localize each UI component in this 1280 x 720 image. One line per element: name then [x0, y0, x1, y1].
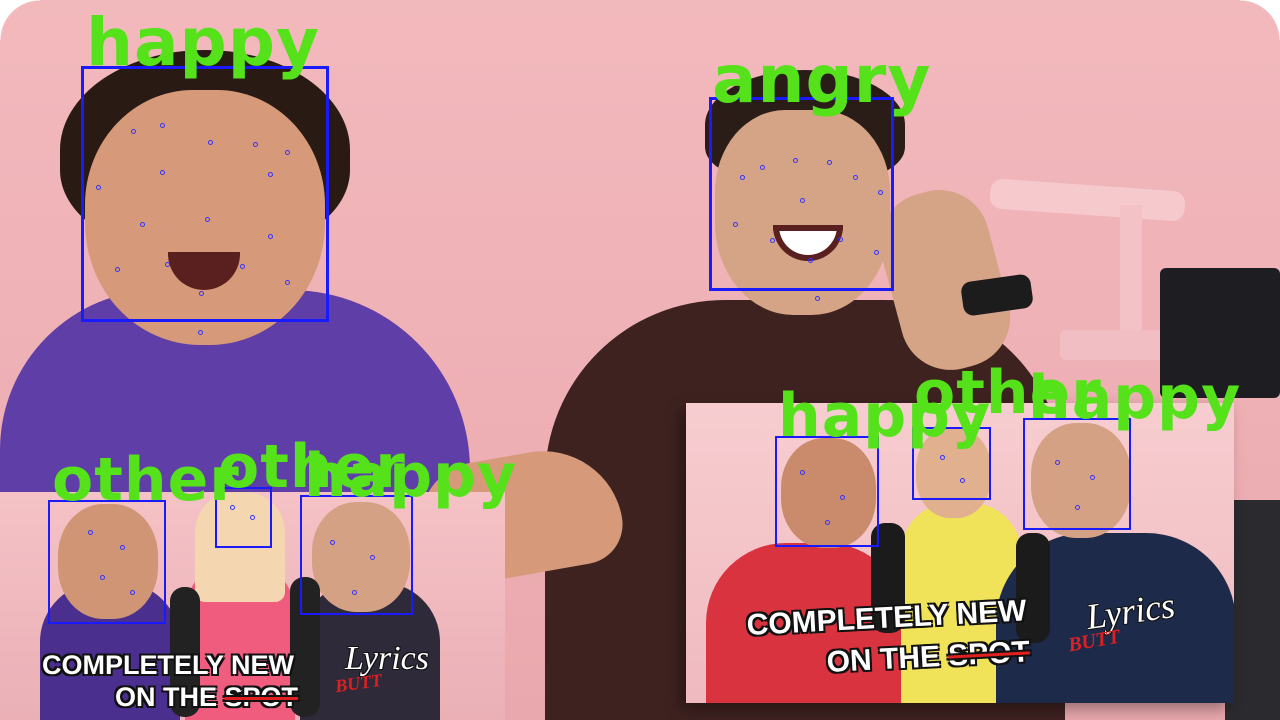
landmark-dot: [131, 129, 136, 134]
landmark-dot: [825, 520, 830, 525]
landmark-dot: [160, 170, 165, 175]
landmark-dot: [115, 267, 120, 272]
landmark-dot: [140, 222, 145, 227]
face-box-6: [775, 436, 879, 547]
corner-top-left: [0, 0, 40, 40]
emotion-label-5: happy: [304, 441, 518, 511]
landmark-dot: [808, 258, 813, 263]
landmark-dot: [370, 555, 375, 560]
landmark-dot: [800, 470, 805, 475]
thumb-right-line2-prefix: ON THE: [825, 639, 950, 679]
landmark-dot: [800, 198, 805, 203]
face-box-2: [709, 97, 894, 291]
landmark-dot: [760, 165, 765, 170]
landmark-dot: [853, 175, 858, 180]
landmark-dot: [352, 590, 357, 595]
landmark-dot: [160, 123, 165, 128]
landmark-dot: [268, 172, 273, 177]
landmark-dot: [740, 175, 745, 180]
landmark-dot: [840, 495, 845, 500]
landmark-dot: [330, 540, 335, 545]
landmark-dot: [253, 142, 258, 147]
desk-lamp: [989, 178, 1186, 222]
landmark-dot: [793, 158, 798, 163]
landmark-dot: [874, 250, 879, 255]
landmark-dot: [960, 478, 965, 483]
video-frame: COMPLETELY NEW ON THE SPOT Lyrics BUTT C…: [0, 0, 1280, 720]
desk-lamp-stand: [1120, 205, 1142, 345]
landmark-dot: [268, 234, 273, 239]
landmark-dot: [198, 330, 203, 335]
thumb-right-line2-struck: SPOT: [947, 635, 1031, 673]
landmark-dot: [240, 264, 245, 269]
landmark-dot: [205, 217, 210, 222]
landmark-dot: [1055, 460, 1060, 465]
landmark-dot: [285, 280, 290, 285]
emotion-label-1: happy: [86, 4, 321, 81]
landmark-dot: [250, 515, 255, 520]
landmark-dot: [120, 545, 125, 550]
face-box-1: [81, 66, 329, 322]
landmark-dot: [878, 190, 883, 195]
landmark-dot: [1075, 505, 1080, 510]
landmark-dot: [940, 455, 945, 460]
landmark-dot: [815, 296, 820, 301]
landmark-dot: [199, 291, 204, 296]
face-box-8: [1023, 418, 1131, 530]
corner-top-right: [1240, 0, 1280, 40]
landmark-dot: [88, 530, 93, 535]
emotion-label-3: other: [52, 445, 240, 515]
landmark-dot: [100, 575, 105, 580]
landmark-dot: [165, 262, 170, 267]
landmark-dot: [838, 237, 843, 242]
landmark-dot: [208, 140, 213, 145]
thumb-left-line2: ON THE SPOT: [115, 684, 298, 711]
emotion-label-2: angry: [712, 41, 932, 118]
landmark-dot: [827, 160, 832, 165]
landmark-dot: [285, 150, 290, 155]
landmark-dot: [770, 238, 775, 243]
landmark-dot: [733, 222, 738, 227]
thumb-left-line2-prefix: ON THE: [115, 682, 225, 712]
landmark-dot: [1090, 475, 1095, 480]
emotion-label-8: happy: [1028, 363, 1242, 433]
thumb-left-line1: COMPLETELY NEW: [42, 650, 295, 680]
thumb-left-line2-struck: SPOT: [224, 682, 299, 712]
landmark-dot: [96, 185, 101, 190]
landmark-dot: [130, 590, 135, 595]
face-box-5: [300, 495, 413, 615]
face-box-3: [48, 500, 166, 624]
thumb-left-script: Lyrics: [345, 640, 429, 677]
